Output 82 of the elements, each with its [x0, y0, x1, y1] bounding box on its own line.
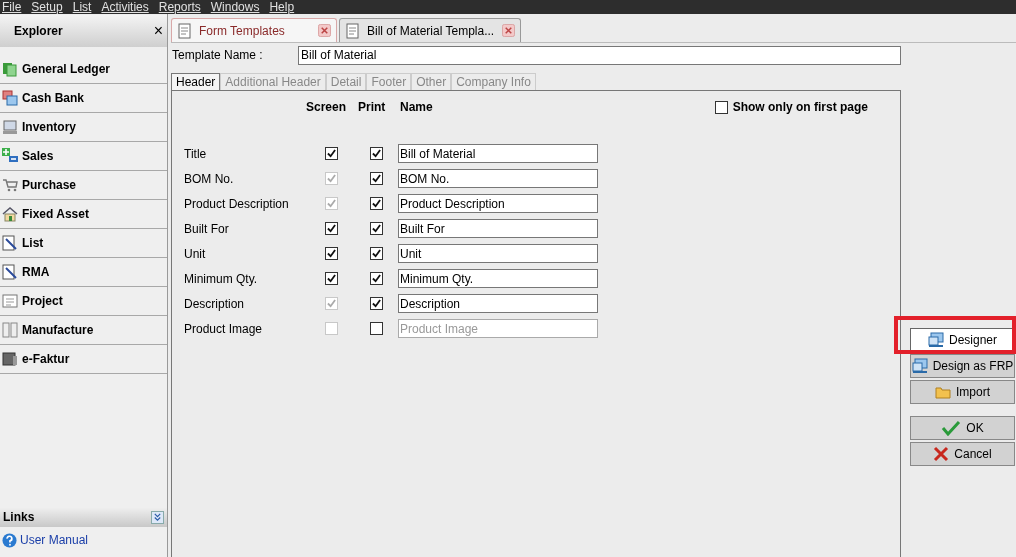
menu-item[interactable]: Reports [158, 0, 201, 14]
explorer-item[interactable]: List [0, 229, 167, 258]
explorer-item[interactable]: Fixed Asset [0, 200, 167, 229]
menu-item[interactable]: List [72, 0, 92, 14]
print-checkbox[interactable] [370, 247, 383, 260]
close-icon[interactable] [502, 24, 515, 37]
tab-label: Form Templates [199, 22, 286, 40]
column-header: Print [358, 99, 387, 116]
menu-item[interactable]: File [2, 0, 22, 14]
explorer-item[interactable]: Sales [0, 142, 167, 171]
close-icon[interactable] [318, 24, 331, 37]
name-field[interactable]: Minimum Qty. [398, 269, 598, 288]
designer-button[interactable]: Design as FRP [910, 354, 1015, 378]
template-name-field[interactable]: Bill of Material [298, 45, 901, 65]
print-checkbox[interactable] [370, 222, 383, 235]
field-label: Product Description [184, 195, 290, 213]
close-button[interactable]: × [153, 23, 163, 39]
print-checkbox[interactable] [370, 297, 383, 310]
screen-checkbox[interactable] [325, 222, 338, 235]
field-label: Description [184, 295, 246, 313]
screen-checkbox[interactable] [325, 247, 338, 260]
menu-item[interactable]: Windows [210, 0, 260, 14]
column-header: Screen [306, 99, 348, 116]
name-field[interactable]: Built For [398, 219, 598, 238]
print-checkbox[interactable] [370, 197, 383, 210]
screen-checkbox[interactable] [325, 147, 338, 160]
menu-item[interactable]: Help [269, 0, 295, 14]
collapse-button[interactable] [151, 510, 164, 524]
field-label: Minimum Qty. [184, 270, 259, 288]
document-pen-icon [2, 235, 18, 251]
document-tab[interactable]: Form Templates [171, 18, 337, 42]
screen-checkbox[interactable] [325, 272, 338, 285]
plus-minus-icon [2, 148, 18, 164]
explorer-item[interactable]: RMA [0, 258, 167, 287]
document-icon [177, 22, 193, 39]
column-header: Name [400, 99, 433, 116]
print-checkbox[interactable] [370, 172, 383, 185]
checkmark-icon [941, 420, 962, 436]
document-pen-icon [2, 264, 18, 280]
windows-icon [2, 90, 18, 106]
document-icon [345, 22, 361, 39]
field-label: Built For [184, 220, 230, 238]
field-label: Title [184, 145, 208, 163]
explorer-item[interactable]: Cash Bank [0, 84, 167, 113]
explorer-item[interactable]: Project [0, 287, 167, 316]
ledger-icon [2, 61, 18, 77]
field-label: Product Image [184, 320, 264, 338]
folder-icon [935, 384, 951, 400]
cart-icon [2, 177, 18, 193]
name-field[interactable]: Bill of Material [398, 144, 598, 163]
explorer-item[interactable]: Inventory [0, 113, 167, 142]
explorer-item[interactable]: Manufacture [0, 316, 167, 345]
cross-icon [933, 446, 950, 462]
name-field[interactable]: BOM No. [398, 169, 598, 188]
house-icon [2, 206, 18, 222]
links-title: Links [3, 509, 35, 526]
menu-item[interactable]: Activities [101, 0, 149, 14]
checkbox-label: Show only on first page [732, 99, 868, 116]
field-label: BOM No. [184, 170, 235, 188]
explorer-title: Explorer [14, 23, 63, 40]
name-field[interactable]: Unit [398, 244, 598, 263]
monitor-icon [928, 332, 944, 348]
help-icon [2, 532, 17, 548]
cancel-button[interactable]: Cancel [910, 442, 1015, 466]
explorer-item[interactable]: e-Faktur [0, 345, 167, 374]
ok-button[interactable]: OK [910, 416, 1015, 440]
monitor-icon [911, 358, 928, 374]
menu-item[interactable]: Setup [31, 0, 63, 14]
print-checkbox[interactable] [370, 272, 383, 285]
checkbox[interactable] [714, 100, 728, 114]
tab-label: Bill of Material Templa... [367, 22, 496, 40]
explorer-item[interactable]: Purchase [0, 171, 167, 200]
field-label: Unit [184, 245, 207, 263]
name-field[interactable]: Product Description [398, 194, 598, 213]
import-button[interactable]: Import [910, 380, 1015, 404]
name-field[interactable]: Description [398, 294, 598, 313]
document-tab[interactable]: Bill of Material Templa... [339, 18, 521, 42]
section-tab[interactable]: Header [171, 73, 221, 90]
print-checkbox[interactable] [370, 147, 383, 160]
link[interactable]: User Manual [20, 531, 89, 549]
explorer-item[interactable]: General Ledger [0, 55, 167, 84]
template-name-label: Template Name : [171, 47, 264, 64]
